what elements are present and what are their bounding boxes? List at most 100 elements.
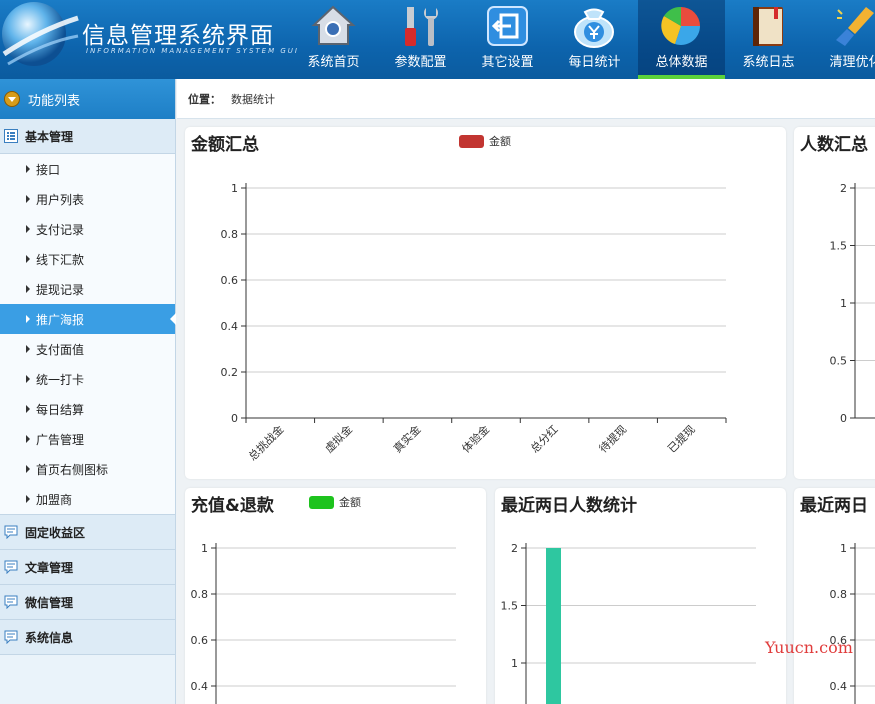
money-bag-icon bbox=[574, 8, 614, 48]
nav-label: 总体数据 bbox=[655, 55, 708, 70]
nav-item-config[interactable]: 参数配置 bbox=[377, 0, 464, 79]
y-tick-label: 0 bbox=[231, 412, 238, 425]
pie-chart-icon bbox=[661, 6, 700, 45]
x-tick-label: 真实金 bbox=[390, 422, 423, 455]
sidebar-group[interactable]: 固定收益区 bbox=[0, 515, 175, 550]
message-icon bbox=[4, 595, 18, 609]
tools-icon bbox=[405, 7, 438, 46]
y-tick-label: 0.8 bbox=[221, 228, 239, 241]
panel-recent-people: 最近两日人数统计 1 1.5 2 bbox=[495, 488, 786, 704]
caret-right-icon bbox=[26, 255, 30, 263]
x-tick-label: 总挑战金 bbox=[245, 422, 286, 463]
group-label: 文章管理 bbox=[25, 560, 74, 575]
breadcrumb-value[interactable]: 数据统计 bbox=[231, 91, 275, 107]
group-basic: 基本管理 接口用户列表支付记录线下汇款提现记录推广海报支付面值统一打卡每日结算广… bbox=[0, 119, 176, 515]
sidebar-item-label: 线下汇款 bbox=[36, 252, 85, 267]
sidebar-item-label: 提现记录 bbox=[36, 282, 85, 297]
sidebar-item-label: 每日结算 bbox=[36, 402, 85, 417]
sidebar-group[interactable]: 微信管理 bbox=[0, 585, 175, 620]
people-chart: 0 0.5 1 1.5 2 bbox=[830, 182, 875, 425]
y-tick-label: 0.5 bbox=[830, 355, 848, 368]
x-tick-label: 总分红 bbox=[527, 422, 560, 455]
y-tick-label: 1 bbox=[231, 182, 238, 195]
sidebar-item[interactable]: 每日结算 bbox=[0, 394, 175, 424]
y-tick-label: 0.8 bbox=[830, 588, 848, 601]
sidebar-group[interactable]: 文章管理 bbox=[0, 550, 175, 585]
exit-icon bbox=[487, 6, 528, 46]
y-tick-label: 1 bbox=[511, 657, 518, 670]
nav-label: 每日统计 bbox=[568, 55, 621, 70]
sidebar-item[interactable]: 支付面值 bbox=[0, 334, 175, 364]
y-tick-label: 0.4 bbox=[221, 320, 239, 333]
list-icon bbox=[4, 129, 18, 143]
sidebar-item-label: 推广海报 bbox=[36, 312, 85, 327]
caret-right-icon bbox=[26, 495, 30, 503]
nav-label: 系统首页 bbox=[307, 55, 360, 70]
panel-amount-summary: 金额汇总 金额 0 0.2 0.4 0.6 0.8 1 总挑战金 虚拟金 真实金 体验金 总分红 待提… bbox=[185, 127, 786, 479]
group-head-basic[interactable]: 基本管理 bbox=[0, 119, 175, 154]
sidebar-group[interactable]: 系统信息 bbox=[0, 620, 175, 655]
caret-right-icon bbox=[26, 285, 30, 293]
y-tick-label: 1 bbox=[201, 542, 208, 555]
collapse-arrow-icon bbox=[4, 91, 20, 107]
sidebar-item[interactable]: 提现记录 bbox=[0, 274, 175, 304]
message-icon bbox=[4, 630, 18, 644]
submenu: 接口用户列表支付记录线下汇款提现记录推广海报支付面值统一打卡每日结算广告管理首页… bbox=[0, 154, 176, 514]
home-icon bbox=[311, 5, 356, 45]
caret-right-icon bbox=[26, 195, 30, 203]
sidebar-item[interactable]: 推广海报 bbox=[0, 304, 176, 334]
watermark: Yuucn.com bbox=[765, 638, 853, 657]
sidebar-item-label: 用户列表 bbox=[36, 192, 85, 207]
sidebar-item[interactable]: 用户列表 bbox=[0, 184, 175, 214]
y-tick-label: 2 bbox=[511, 542, 518, 555]
message-icon bbox=[4, 525, 18, 539]
breadcrumb: 位置： 数据统计 bbox=[177, 79, 875, 119]
nav-item-home[interactable]: 系统首页 bbox=[290, 0, 377, 79]
sidebar-item[interactable]: 接口 bbox=[0, 154, 175, 184]
recent-people-chart: 11.52 bbox=[501, 542, 756, 704]
amount-chart: 0 0.2 0.4 0.6 0.8 1 总挑战金 虚拟金 真实金 体验金 总分红 待提现 已提现 bbox=[221, 182, 727, 463]
sidebar-item-label: 统一打卡 bbox=[36, 372, 85, 387]
caret-right-icon bbox=[26, 465, 30, 473]
app-subtitle: INFORMATION MANAGEMENT SYSTEM GUI bbox=[86, 47, 299, 55]
nav-label: 参数配置 bbox=[394, 55, 447, 70]
sidebar-item-label: 接口 bbox=[36, 162, 61, 177]
x-tick-label: 体验金 bbox=[459, 422, 492, 455]
sidebar-item[interactable]: 加盟商 bbox=[0, 484, 175, 514]
nav-item-daily-stats[interactable]: 每日统计 bbox=[551, 0, 638, 79]
y-tick-label: 1.5 bbox=[830, 240, 848, 253]
nav-item-other-settings[interactable]: 其它设置 bbox=[464, 0, 551, 79]
panel-people-summary: 人数汇总 0 0.5 1 1.5 2 bbox=[794, 127, 875, 479]
y-tick-label: 0 bbox=[840, 412, 847, 425]
y-tick-label: 0.4 bbox=[191, 680, 209, 693]
nav-item-system-log[interactable]: 系统日志 bbox=[725, 0, 812, 79]
caret-right-icon bbox=[26, 315, 30, 323]
sidebar-item-label: 加盟商 bbox=[36, 492, 73, 507]
sidebar-header[interactable]: 功能列表 bbox=[0, 79, 175, 119]
sidebar-item[interactable]: 首页右侧图标 bbox=[0, 454, 175, 484]
sidebar-item-label: 广告管理 bbox=[36, 432, 85, 447]
header: 信息管理系统界面 INFORMATION MANAGEMENT SYSTEM G… bbox=[0, 0, 875, 79]
sidebar-title: 功能列表 bbox=[28, 93, 81, 109]
sidebar-item-label: 支付面值 bbox=[36, 342, 85, 357]
app-title: 信息管理系统界面 bbox=[82, 23, 274, 49]
y-tick-label: 1 bbox=[840, 297, 847, 310]
sidebar-item[interactable]: 统一打卡 bbox=[0, 364, 175, 394]
sidebar-item[interactable]: 线下汇款 bbox=[0, 244, 175, 274]
nav-item-cleanup[interactable]: 清理优化 bbox=[812, 0, 875, 79]
sidebar: 功能列表 基本管理 接口用户列表支付记录线下汇款提现记录推广海报支付面值统一打卡… bbox=[0, 79, 176, 704]
x-tick-label: 待提现 bbox=[596, 422, 629, 455]
sidebar-item[interactable]: 支付记录 bbox=[0, 214, 175, 244]
y-tick-label: 0.6 bbox=[221, 274, 239, 287]
message-icon bbox=[4, 560, 18, 574]
recent-other-chart: 0.40.60.81 bbox=[830, 542, 875, 704]
y-tick-label: 1.5 bbox=[501, 600, 519, 613]
nav-item-overall-data[interactable]: 总体数据 bbox=[638, 0, 725, 79]
breadcrumb-label: 位置： bbox=[188, 92, 221, 106]
x-tick-label: 虚拟金 bbox=[322, 422, 355, 455]
globe-logo-icon bbox=[2, 2, 79, 66]
panel-recent-other: 最近两日 0.4 0.6 0.8 1 bbox=[794, 488, 875, 704]
y-tick-label: 0.6 bbox=[191, 634, 209, 647]
sidebar-item-label: 支付记录 bbox=[36, 222, 85, 237]
sidebar-item[interactable]: 广告管理 bbox=[0, 424, 175, 454]
